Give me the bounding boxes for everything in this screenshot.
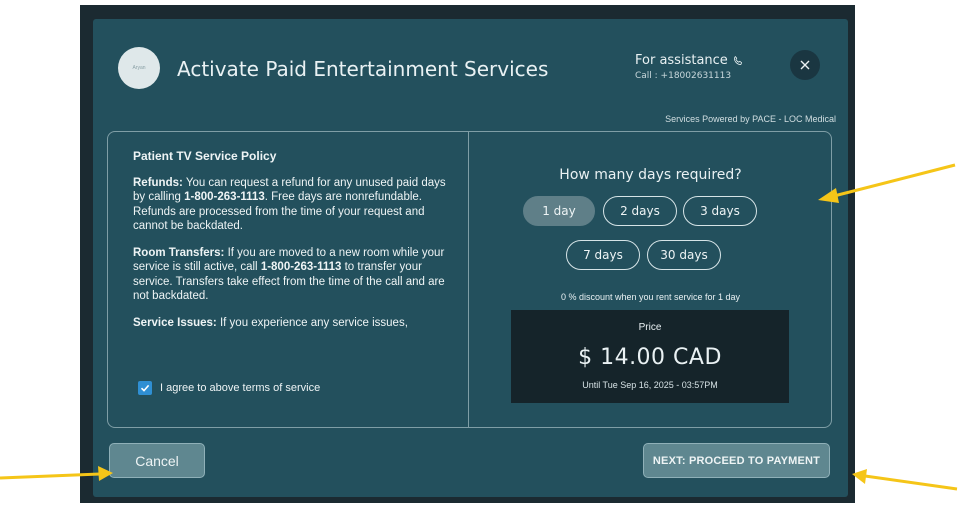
day-option-30[interactable]: 30 days: [647, 240, 721, 270]
policy-title: Patient TV Service Policy: [133, 149, 277, 163]
day-option-2[interactable]: 2 days: [603, 196, 677, 226]
proceed-to-payment-button[interactable]: NEXT: PROCEED TO PAYMENT: [643, 443, 830, 478]
assistance-phone: Call : +18002631113: [635, 71, 732, 81]
agree-label: I agree to above terms of service: [160, 382, 321, 394]
discount-text: 0 % discount when you rent service for 1…: [560, 292, 741, 302]
day-option-7[interactable]: 7 days: [566, 240, 640, 270]
close-icon: [800, 60, 810, 70]
price-until: Until Tue Sep 16, 2025 - 03:57PM: [582, 380, 718, 390]
price-box: Price $ 14.00 CAD Until Tue Sep 16, 2025…: [511, 310, 789, 403]
issues-paragraph: Service Issues: If you experience any se…: [133, 316, 408, 329]
transfers-paragraph: Room Transfers: If you are moved to a ne…: [133, 246, 445, 303]
assistance-info: For assistance Call : +18002631113: [635, 53, 744, 81]
checkmark-icon: [140, 384, 150, 392]
phone-icon: [732, 55, 744, 67]
day-option-1[interactable]: 1 day: [523, 196, 595, 226]
hospital-logo: Aryan: [118, 47, 160, 89]
day-option-3[interactable]: 3 days: [683, 196, 757, 226]
policy-text[interactable]: Patient TV Service Policy Refunds: You c…: [133, 149, 458, 384]
price-value: $ 14.00 CAD: [578, 345, 722, 370]
days-question: How many days required?: [559, 167, 742, 183]
agree-checkbox[interactable]: [138, 381, 152, 395]
logo-text: Aryan: [132, 65, 146, 71]
activate-services-dialog: Aryan Activate Paid Entertainment Servic…: [93, 19, 848, 497]
dialog-title: Activate Paid Entertainment Services: [177, 57, 549, 81]
arrow-to-proceed-button: [852, 469, 958, 491]
cancel-button[interactable]: Cancel: [109, 443, 205, 478]
refunds-paragraph: Refunds: You can request a refund for an…: [133, 176, 446, 233]
close-button[interactable]: [790, 50, 820, 80]
agree-terms[interactable]: I agree to above terms of service: [138, 381, 320, 395]
assistance-label: For assistance: [635, 53, 728, 68]
powered-by: Services Powered by PACE - LOC Medical: [665, 114, 836, 124]
price-label: Price: [638, 322, 662, 333]
